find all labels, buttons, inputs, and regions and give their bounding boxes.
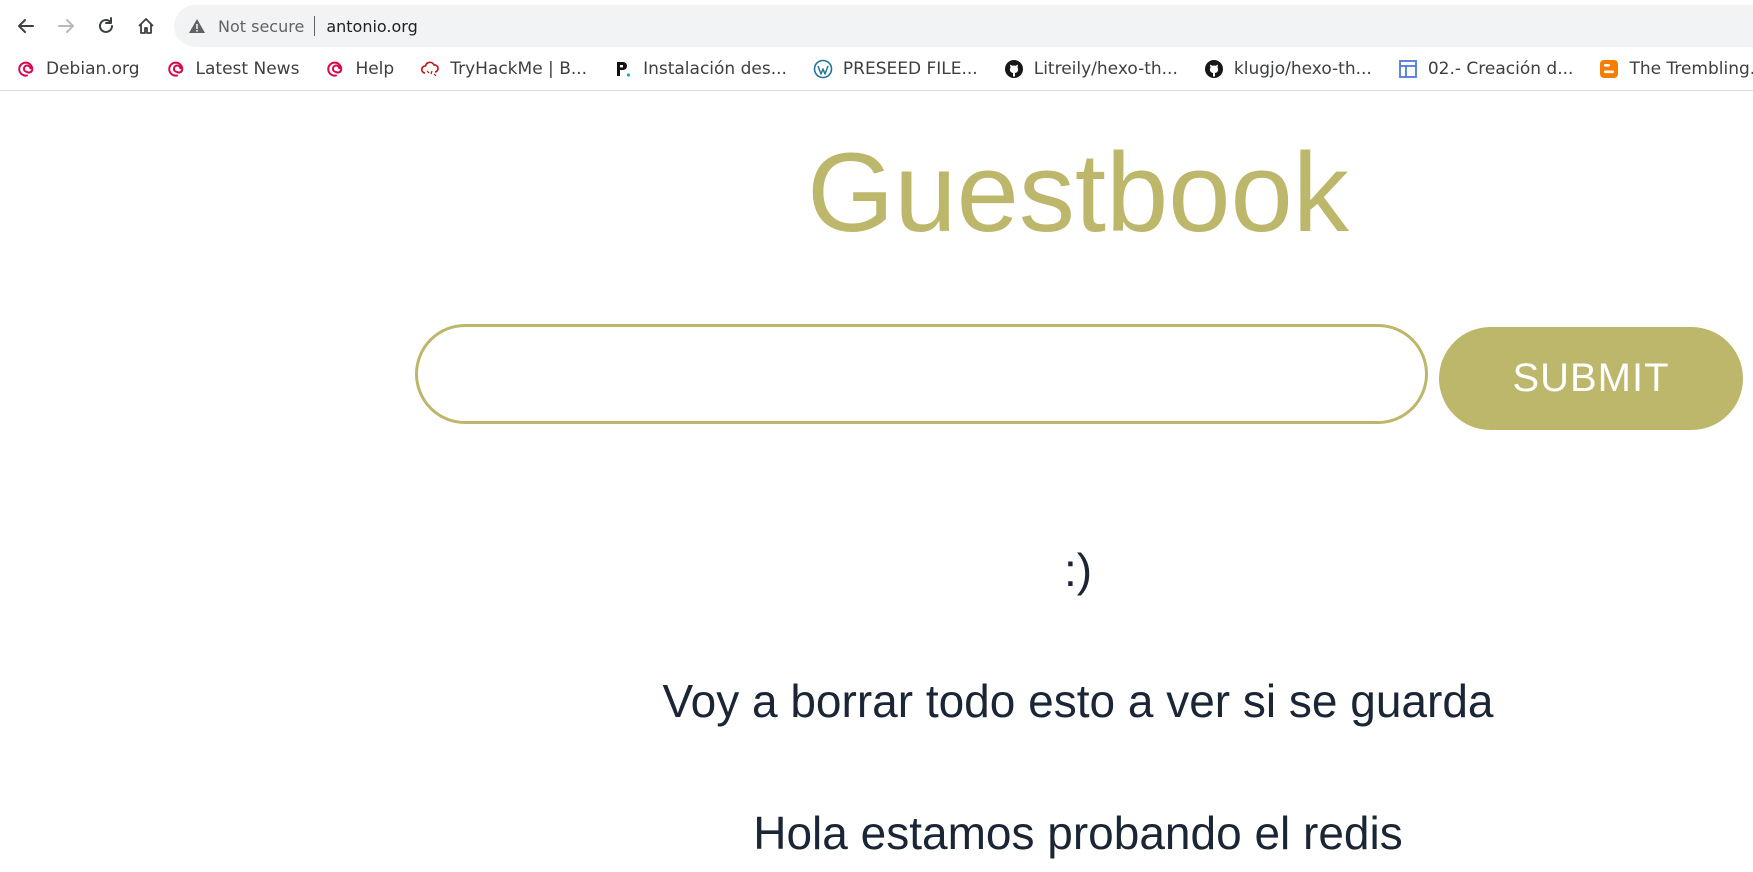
blogger-icon [1600, 60, 1619, 78]
bookmark-trembling[interactable]: The Trembling... [1583, 53, 1753, 85]
guestbook-entry: Hola estamos probando el redis [753, 807, 1403, 859]
bookmark-litreily[interactable]: Litreily/hexo-th... [988, 53, 1188, 85]
reload-icon [99, 17, 113, 33]
debian-icon [327, 61, 343, 77]
bookmark-label: Instalación des... [643, 59, 787, 79]
document-layout-icon [1398, 60, 1417, 78]
bookmark-tryhackme[interactable]: TryHackMe | B... [404, 53, 597, 85]
address-separator [314, 16, 316, 36]
page-title: Guestbook [807, 130, 1349, 255]
bookmark-help[interactable]: Help [309, 53, 404, 85]
bookmark-label: Help [355, 59, 395, 79]
bookmark-label: The Trembling... [1629, 59, 1753, 79]
bookmark-label: Litreily/hexo-th... [1033, 59, 1178, 79]
address-bar[interactable]: Not secure antonio.org [174, 5, 1753, 47]
p-logo-icon [617, 62, 631, 77]
home-button[interactable] [130, 10, 162, 42]
bookmark-debian-org[interactable]: Debian.org [0, 53, 150, 85]
guestbook-entry: :) [1063, 544, 1093, 596]
forward-button[interactable] [50, 10, 82, 42]
arrow-right-icon [58, 19, 74, 33]
bookmark-creacion[interactable]: 02.- Creación d... [1382, 53, 1584, 85]
debian-icon [18, 61, 34, 77]
bookmark-label: Latest News [195, 59, 300, 79]
bookmark-label: PRESEED FILE... [842, 59, 978, 79]
security-status-label[interactable]: Not secure [218, 17, 304, 36]
guestbook-entry: Voy a borrar todo esto a ver si se guard… [662, 675, 1494, 727]
guestbook-entry-input[interactable] [415, 324, 1428, 424]
bookmark-latest-news[interactable]: Latest News [150, 53, 310, 85]
back-button[interactable] [10, 10, 42, 42]
submit-button[interactable]: SUBMIT [1439, 327, 1743, 430]
url-text[interactable]: antonio.org [326, 17, 417, 36]
bookmark-label: 02.- Creación d... [1427, 59, 1574, 79]
bookmark-label: klugjo/hexo-th... [1233, 59, 1372, 79]
reload-button[interactable] [90, 10, 122, 42]
wordpress-icon [813, 59, 833, 79]
bookmark-preseed[interactable]: PRESEED FILE... [797, 53, 988, 85]
tryhackme-icon [421, 61, 440, 77]
warning-icon[interactable] [188, 17, 206, 35]
bookmarks-bar: Debian.org Latest News Help TryHackMe | … [0, 48, 1753, 91]
bookmark-instalacion[interactable]: Instalación des... [597, 53, 797, 85]
browser-toolbar: Not secure antonio.org [0, 0, 1753, 48]
bookmark-label: Debian.org [46, 59, 140, 79]
bookmark-label: TryHackMe | B... [450, 59, 588, 79]
github-icon [1004, 60, 1023, 78]
debian-icon [167, 61, 183, 77]
arrow-left-icon [18, 19, 34, 33]
home-icon [138, 18, 154, 34]
github-icon [1204, 60, 1223, 78]
bookmark-klugjo[interactable]: klugjo/hexo-th... [1188, 53, 1382, 85]
